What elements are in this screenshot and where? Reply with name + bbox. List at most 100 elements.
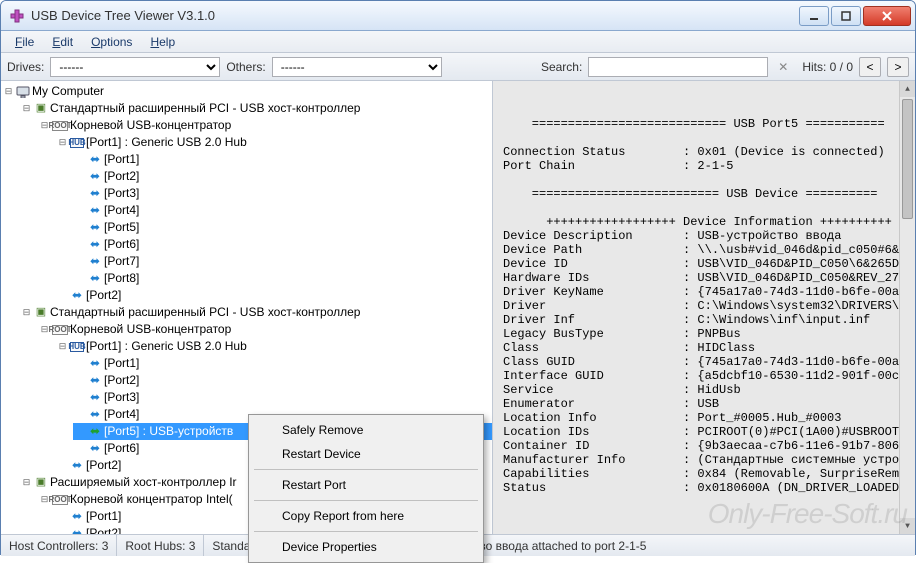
minimize-button[interactable] (799, 6, 829, 26)
window-title: USB Device Tree Viewer V3.1.0 (31, 8, 799, 23)
tree-label: [Port8] (104, 270, 139, 287)
usb-port-icon: ⬌ (88, 272, 102, 286)
controller-icon: ▣ (34, 306, 48, 320)
maximize-button[interactable] (831, 6, 861, 26)
collapse-icon[interactable]: ⊟ (21, 477, 32, 488)
collapse-icon[interactable]: ⊟ (21, 307, 32, 318)
tree-label: Стандартный расширенный PCI - USB хост-к… (50, 100, 360, 117)
tree-node-port[interactable]: ⬌[Port4] (73, 202, 492, 219)
menu-options[interactable]: Options (83, 33, 140, 51)
controller-icon: ▣ (34, 476, 48, 490)
tree-node-controller[interactable]: ⊟ ▣ Стандартный расширенный PCI - USB хо… (19, 100, 492, 117)
ctx-safely-remove[interactable]: Safely Remove (252, 418, 480, 442)
usb-port-icon: ⬌ (70, 510, 84, 524)
tree-label: Стандартный расширенный PCI - USB хост-к… (50, 304, 360, 321)
tree-node-port[interactable]: ⬌[Port7] (73, 253, 492, 270)
drives-label: Drives: (7, 60, 44, 74)
menu-help[interactable]: Help (142, 33, 183, 51)
tree-node-port[interactable]: ⬌[Port3] (73, 389, 492, 406)
prev-hit-button[interactable]: < (859, 57, 881, 77)
usb-port-icon: ⬌ (88, 357, 102, 371)
usb-port-icon: ⬌ (88, 153, 102, 167)
tree-label: [Port1] (104, 355, 139, 372)
separator (254, 531, 478, 532)
tree-node-port[interactable]: ⬌[Port1] (73, 355, 492, 372)
app-icon (9, 8, 25, 24)
collapse-icon[interactable]: ⊟ (57, 137, 68, 148)
scroll-up-icon[interactable]: ▲ (900, 81, 915, 97)
collapse-icon[interactable]: ⊟ (57, 341, 68, 352)
ctx-restart-device[interactable]: Restart Device (252, 442, 480, 466)
tree-node-root-hub[interactable]: ⊟ ROOT Корневой USB-концентратор (37, 117, 492, 134)
usb-port-icon: ⬌ (88, 255, 102, 269)
usb-port-icon: ⬌ (88, 238, 102, 252)
usb-port-icon: ⬌ (88, 408, 102, 422)
hub-icon: HUB (70, 138, 84, 148)
detail-text: =========================== USB Port5 ==… (503, 117, 905, 495)
tree-node-port[interactable]: ⬌[Port5] (73, 219, 492, 236)
usb-port-icon: ⬌ (70, 289, 84, 303)
tree-label: [Port6] (104, 440, 139, 457)
scrollbar-thumb[interactable] (902, 99, 913, 219)
tree-node-controller[interactable]: ⊟ ▣ Стандартный расширенный PCI - USB хо… (19, 304, 492, 321)
menu-file[interactable]: File (7, 33, 42, 51)
ctx-restart-port[interactable]: Restart Port (252, 473, 480, 497)
tree-label: Корневой концентратор Intel( (70, 491, 233, 508)
clear-search-icon[interactable]: ✕ (774, 57, 792, 77)
usb-port-icon: ⬌ (88, 204, 102, 218)
hits-label: Hits: 0 / 0 (802, 60, 853, 74)
others-select[interactable]: ------ (272, 57, 442, 77)
vertical-scrollbar[interactable]: ▲ ▼ (899, 81, 915, 534)
tree-node-port[interactable]: ⬌[Port3] (73, 185, 492, 202)
titlebar: USB Device Tree Viewer V3.1.0 (1, 1, 915, 31)
root-hub-icon: ROOT (52, 325, 68, 335)
ctx-device-properties[interactable]: Device Properties (252, 535, 480, 559)
tree-label: [Port1] (104, 151, 139, 168)
tree-label: Корневой USB-концентратор (70, 321, 231, 338)
tree-node-port[interactable]: ⬌[Port2] (73, 372, 492, 389)
computer-icon (16, 85, 30, 99)
tree-label: Корневой USB-концентратор (70, 117, 231, 134)
tree-node-port[interactable]: ⬌[Port2] (73, 168, 492, 185)
ctx-copy-report[interactable]: Copy Report from here (252, 504, 480, 528)
usb-port-icon: ⬌ (88, 374, 102, 388)
controller-icon: ▣ (34, 102, 48, 116)
usb-port-icon: ⬌ (88, 425, 102, 439)
tree-node-port[interactable]: ⬌[Port1] (73, 151, 492, 168)
separator (254, 469, 478, 470)
tree-node-hub[interactable]: ⊟ HUB [Port1] : Generic USB 2.0 Hub (55, 134, 492, 151)
search-input[interactable] (588, 57, 768, 77)
tree-node-hub[interactable]: ⊟ HUB [Port1] : Generic USB 2.0 Hub (55, 338, 492, 355)
drives-select[interactable]: ------ (50, 57, 220, 77)
tree-label: [Port2] (104, 168, 139, 185)
tree-node-root-hub[interactable]: ⊟ ROOT Корневой USB-концентратор (37, 321, 492, 338)
collapse-icon[interactable]: ⊟ (3, 86, 14, 97)
context-menu: Safely Remove Restart Device Restart Por… (248, 414, 484, 563)
tree-label: [Port2] (86, 287, 121, 304)
tree-label: [Port2] (104, 372, 139, 389)
tree-label: [Port5] (104, 219, 139, 236)
others-label: Others: (226, 60, 265, 74)
menu-edit[interactable]: Edit (44, 33, 81, 51)
hub-icon: HUB (70, 342, 84, 352)
next-hit-button[interactable]: > (887, 57, 909, 77)
menubar: File Edit Options Help (1, 31, 915, 53)
toolbar: Drives: ------ Others: ------ Search: ✕ … (1, 53, 915, 81)
watermark: Only-Free-Soft.ru (708, 498, 907, 530)
close-button[interactable] (863, 6, 911, 26)
tree-node-port[interactable]: ⬌[Port2] (55, 287, 492, 304)
tree-label: [Port2] (86, 525, 121, 534)
usb-port-icon: ⬌ (70, 459, 84, 473)
collapse-icon[interactable]: ⊟ (21, 103, 32, 114)
status-root-hubs: Root Hubs: 3 (117, 535, 204, 556)
tree-label: [Port2] (86, 457, 121, 474)
search-label: Search: (541, 60, 582, 74)
tree-node-computer[interactable]: ⊟ My Computer (1, 83, 492, 100)
tree-label: [Port1] (86, 508, 121, 525)
tree-node-port[interactable]: ⬌[Port8] (73, 270, 492, 287)
scroll-down-icon[interactable]: ▼ (900, 518, 915, 534)
tree-node-port[interactable]: ⬌[Port6] (73, 236, 492, 253)
tree-label: [Port3] (104, 389, 139, 406)
tree-label: [Port4] (104, 202, 139, 219)
detail-pane[interactable]: =========================== USB Port5 ==… (493, 81, 915, 534)
